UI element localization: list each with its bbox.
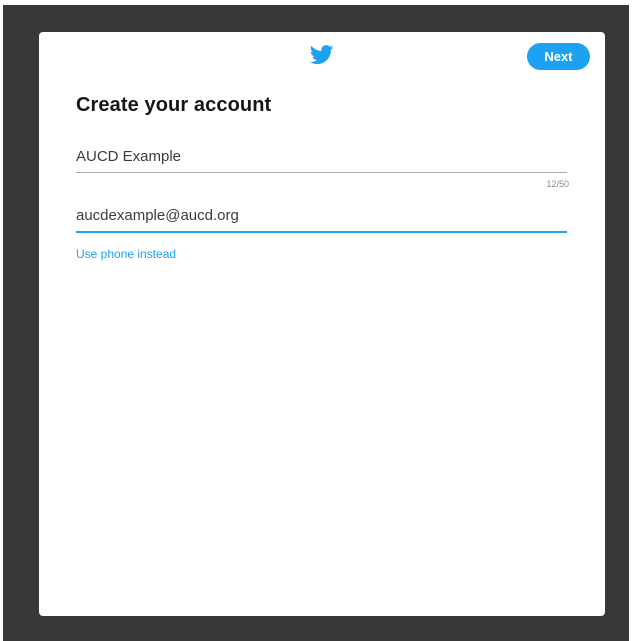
twitter-bird-icon [310,45,334,65]
name-character-counter: 12/50 [546,179,569,189]
email-input[interactable] [76,199,567,233]
next-button[interactable]: Next [527,43,590,70]
use-phone-instead-link[interactable]: Use phone instead [76,247,176,261]
create-account-dialog: Next Create your account 12/50 Use phone… [39,32,605,616]
dialog-header: Next [39,32,605,80]
page-title: Create your account [76,94,272,116]
name-input[interactable] [76,140,567,173]
